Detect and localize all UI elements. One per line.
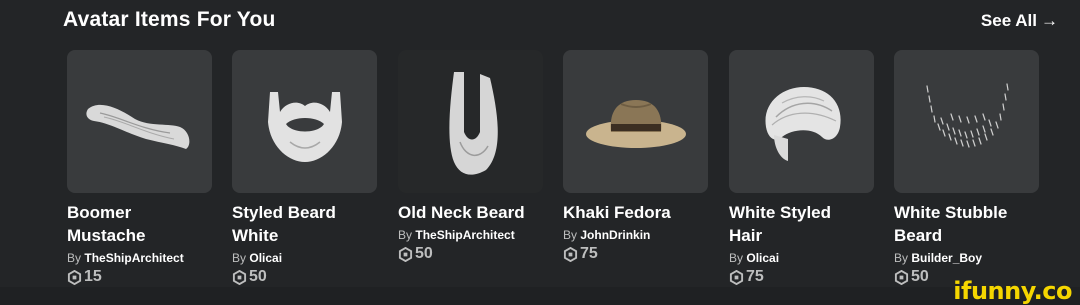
section-header: Avatar Items For You See All → xyxy=(63,8,1058,36)
robux-icon xyxy=(729,269,744,285)
by-label: By xyxy=(232,251,247,265)
item-creator: By Olicai xyxy=(232,250,377,266)
item-thumbnail[interactable] xyxy=(398,50,543,193)
by-label: By xyxy=(67,251,82,265)
price-value: 75 xyxy=(580,245,598,262)
item-thumbnail[interactable] xyxy=(729,50,874,193)
creator-link[interactable]: Olicai xyxy=(249,251,282,265)
beard-icon xyxy=(267,91,342,162)
creator-link[interactable]: TheShipArchitect xyxy=(84,251,183,265)
item-name-line2: Beard xyxy=(894,226,943,245)
fedora-icon xyxy=(585,99,686,148)
by-label: By xyxy=(563,228,578,242)
item-price: 75 xyxy=(729,267,874,287)
hair-icon xyxy=(764,86,841,161)
item-name-line1: Boomer xyxy=(67,203,132,222)
robux-icon xyxy=(67,269,82,285)
item-name[interactable]: White Styled Hair xyxy=(729,201,874,247)
by-label: By xyxy=(398,228,413,242)
item-thumbnail[interactable] xyxy=(67,50,212,193)
item-name-line2: White xyxy=(232,226,279,245)
item-price: 50 xyxy=(232,267,377,287)
item-name[interactable]: Styled Beard White xyxy=(232,201,377,247)
see-all-link[interactable]: See All → xyxy=(981,11,1058,31)
item-creator: By TheShipArchitect xyxy=(67,250,212,266)
item-name[interactable]: Boomer Mustache xyxy=(67,201,212,247)
item-name-line1: Styled Beard xyxy=(232,203,336,222)
price-value: 50 xyxy=(249,268,267,285)
robux-icon xyxy=(894,269,909,285)
section-title: Avatar Items For You xyxy=(63,8,276,31)
price-value: 15 xyxy=(84,268,102,285)
item-card-old-neck-beard[interactable]: Old Neck Beard By TheShipArchitect 50 xyxy=(398,50,543,264)
item-card-white-styled-hair[interactable]: White Styled Hair By Olicai 75 xyxy=(729,50,874,287)
creator-link[interactable]: Olicai xyxy=(746,251,779,265)
item-creator: By Olicai xyxy=(729,250,874,266)
item-name[interactable]: Old Neck Beard xyxy=(398,201,543,224)
item-thumbnail[interactable] xyxy=(563,50,708,193)
robux-icon xyxy=(563,246,578,262)
see-all-label: See All xyxy=(980,11,1037,30)
by-label: By xyxy=(729,251,744,265)
by-label: By xyxy=(894,251,909,265)
item-thumbnail[interactable] xyxy=(894,50,1039,193)
price-value: 50 xyxy=(911,268,929,285)
arrow-right-icon: → xyxy=(1041,11,1058,30)
creator-link[interactable]: Builder_Boy xyxy=(911,251,982,265)
item-card-styled-beard-white[interactable]: Styled Beard White By Olicai 50 xyxy=(232,50,377,287)
stubble-icon xyxy=(925,82,1009,148)
item-card-white-stubble-beard[interactable]: White Stubble Beard By Builder_Boy 50 xyxy=(894,50,1039,287)
neck-beard-icon xyxy=(448,71,498,175)
item-name[interactable]: Khaki Fedora xyxy=(563,201,708,224)
item-name-line2: Mustache xyxy=(67,226,146,245)
footer-bar xyxy=(0,287,1080,305)
price-value: 75 xyxy=(746,268,764,285)
item-price: 15 xyxy=(67,267,212,287)
creator-link[interactable]: JohnDrinkin xyxy=(580,228,650,242)
watermark-logo: ifunny.co xyxy=(953,277,1072,305)
price-value: 50 xyxy=(415,245,433,262)
item-thumbnail[interactable] xyxy=(232,50,377,193)
robux-icon xyxy=(398,246,413,262)
mustache-icon xyxy=(85,104,189,149)
item-name[interactable]: White Stubble Beard xyxy=(894,201,1039,247)
creator-link[interactable]: TheShipArchitect xyxy=(415,228,514,242)
item-name-line1: White Stubble xyxy=(894,203,1008,222)
item-name-line2: Hair xyxy=(729,226,763,245)
item-price: 50 xyxy=(398,244,543,264)
item-name-line1: White Styled xyxy=(729,203,832,222)
robux-icon xyxy=(232,269,247,285)
avatar-items-section: Avatar Items For You See All → Boomer Mu… xyxy=(0,0,1080,305)
item-name-line1: Old Neck Beard xyxy=(398,203,525,222)
item-creator: By Builder_Boy xyxy=(894,250,1039,266)
item-creator: By TheShipArchitect xyxy=(398,227,543,243)
item-card-boomer-mustache[interactable]: Boomer Mustache By TheShipArchitect 15 xyxy=(67,50,212,287)
item-name-line1: Khaki Fedora xyxy=(563,203,671,222)
item-creator: By JohnDrinkin xyxy=(563,227,708,243)
item-card-khaki-fedora[interactable]: Khaki Fedora By JohnDrinkin 75 xyxy=(563,50,708,264)
item-price: 75 xyxy=(563,244,708,264)
